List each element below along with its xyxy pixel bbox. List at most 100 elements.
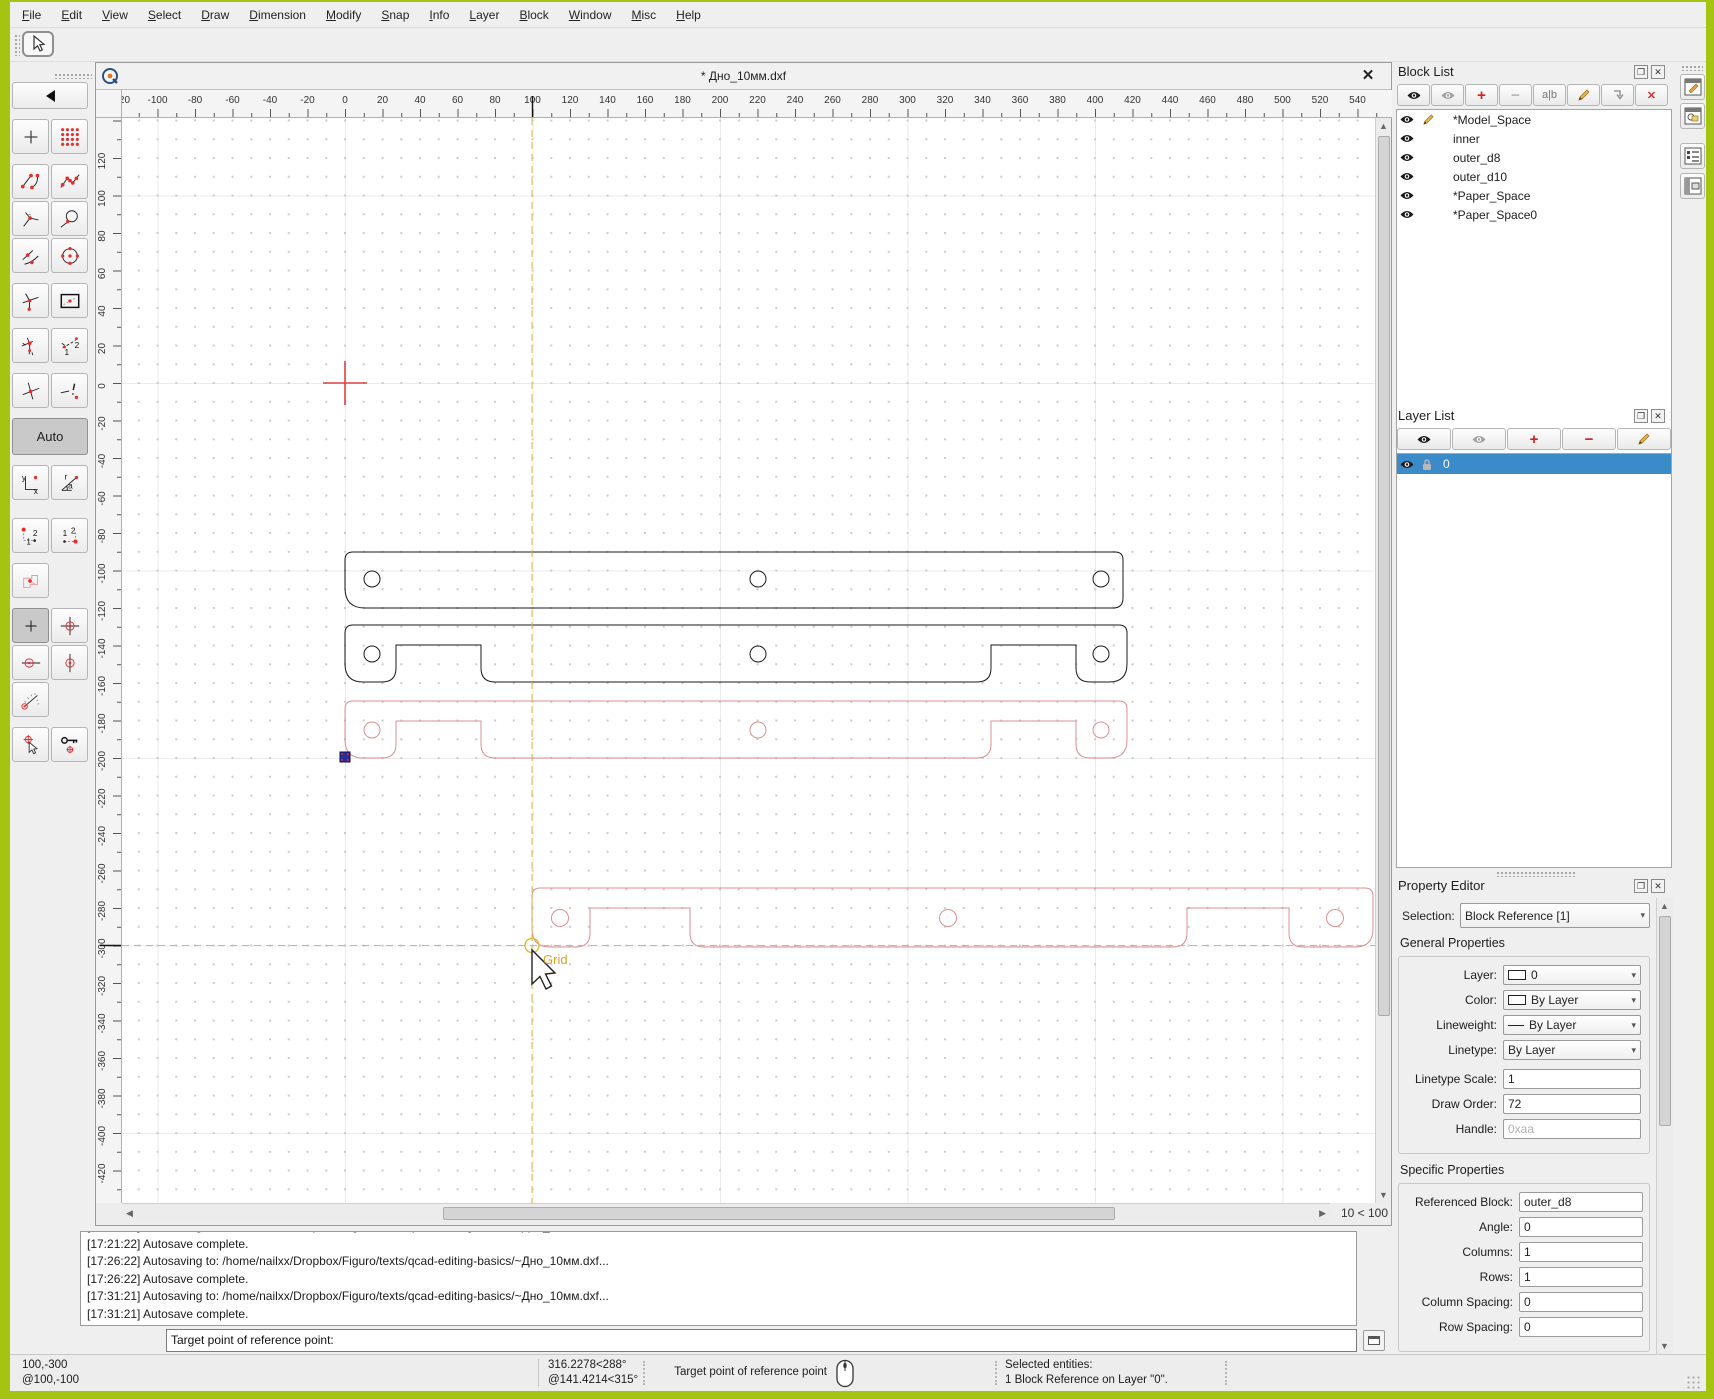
selection-dropdown[interactable]: Block Reference [1]▾ xyxy=(1460,903,1650,928)
show-all-blocks-button[interactable] xyxy=(1397,84,1430,106)
menu-snap[interactable]: Snap xyxy=(373,4,417,26)
vertical-scrollbar[interactable]: ▲ ▼ xyxy=(1375,118,1391,1203)
restrict-horizontal-icon[interactable] xyxy=(12,645,49,680)
selection-handle[interactable] xyxy=(340,752,350,762)
layer-list[interactable]: 0 xyxy=(1396,453,1672,868)
edit-block-button[interactable] xyxy=(1567,84,1600,106)
snap-x-icon[interactable] xyxy=(12,373,49,408)
menu-edit[interactable]: Edit xyxy=(53,4,90,26)
coordinate-polar-icon[interactable]: ra xyxy=(51,465,88,500)
dock-property-editor-button[interactable] xyxy=(1680,74,1705,100)
select-tool-button[interactable] xyxy=(22,31,54,57)
property-dropdown[interactable]: 0▾ xyxy=(1503,965,1641,985)
vertical-scroll-thumb[interactable] xyxy=(1378,136,1390,1016)
tab-close-icon[interactable]: ✕ xyxy=(1359,67,1377,85)
property-editor-scrollbar[interactable]: ▲ ▼ xyxy=(1656,898,1673,1354)
snap-on-entity-icon[interactable] xyxy=(51,164,88,199)
coordinate-cartesian-icon[interactable]: yx xyxy=(12,465,49,500)
layer-list-close-button[interactable]: ✕ xyxy=(1651,409,1665,423)
snap-intersection-manual-icon[interactable]: 12 xyxy=(51,328,88,363)
back-button[interactable] xyxy=(12,82,88,109)
restrict-off-icon[interactable] xyxy=(12,563,49,598)
drawing-canvas[interactable] xyxy=(122,118,1375,1203)
block-list-item[interactable]: outer_d8 xyxy=(1397,148,1671,167)
remove-block-button[interactable]: − xyxy=(1499,84,1532,106)
scroll-down-icon[interactable]: ▼ xyxy=(1660,1341,1669,1351)
layer-list-item[interactable]: 0 xyxy=(1397,454,1671,474)
restrict-angle-icon[interactable] xyxy=(12,682,49,717)
snap-perpendicular-icon[interactable] xyxy=(12,201,49,236)
command-line-input[interactable]: Target point of reference point: xyxy=(166,1329,1357,1352)
property-input[interactable]: 72 xyxy=(1503,1094,1641,1114)
restrict-vertical-icon[interactable] xyxy=(51,645,88,680)
dock-selection-filter-button[interactable] xyxy=(1680,103,1705,129)
edit-layer-button[interactable] xyxy=(1617,428,1671,450)
menu-window[interactable]: Window xyxy=(561,4,620,26)
dock-block-list-button[interactable] xyxy=(1680,143,1705,169)
menu-misc[interactable]: Misc xyxy=(623,4,664,26)
snap-intersection-icon[interactable] xyxy=(12,328,49,363)
block-list-float-button[interactable]: ❐ xyxy=(1634,65,1648,79)
snap-center-icon[interactable] xyxy=(51,238,88,273)
property-input[interactable]: 0 xyxy=(1519,1292,1643,1312)
menu-info[interactable]: Info xyxy=(421,4,457,26)
entity-plate-outer-d10-top[interactable] xyxy=(345,552,1123,608)
snap-tangential-icon[interactable] xyxy=(51,201,88,236)
menu-view[interactable]: View xyxy=(94,4,136,26)
menu-draw[interactable]: Draw xyxy=(193,4,237,26)
dock-library-browser-button[interactable] xyxy=(1680,173,1705,199)
coordinate-yx-sequence-icon[interactable]: 12 xyxy=(51,518,88,553)
resize-grip[interactable] xyxy=(1686,1375,1700,1389)
toolbar-grip[interactable] xyxy=(14,34,20,56)
block-list-close-button[interactable]: ✕ xyxy=(1651,65,1665,79)
scroll-down-icon[interactable]: ▼ xyxy=(1379,1190,1388,1200)
menu-file[interactable]: File xyxy=(14,4,49,26)
eye-icon[interactable] xyxy=(1397,459,1417,470)
show-all-layers-button[interactable] xyxy=(1397,428,1451,450)
horizontal-scroll-thumb[interactable] xyxy=(443,1207,1115,1220)
property-editor-close-button[interactable]: ✕ xyxy=(1651,879,1665,893)
block-list-item[interactable]: outer_d10 xyxy=(1397,167,1671,186)
entity-plate-reference-preview[interactable] xyxy=(532,888,1373,947)
eye-icon[interactable] xyxy=(1397,209,1417,220)
menu-dimension[interactable]: Dimension xyxy=(241,4,314,26)
dock-grip[interactable] xyxy=(1681,65,1703,71)
block-list-item[interactable]: *Paper_Space0 xyxy=(1397,205,1671,224)
property-input[interactable]: 0 xyxy=(1519,1317,1643,1337)
menu-select[interactable]: Select xyxy=(140,4,189,26)
block-list-item[interactable]: *Model_Space xyxy=(1397,110,1671,129)
panel-splitter[interactable] xyxy=(1496,871,1576,877)
eye-icon[interactable] xyxy=(1397,171,1417,182)
menu-block[interactable]: Block xyxy=(511,4,556,26)
add-block-button[interactable]: + xyxy=(1465,84,1498,106)
property-dropdown[interactable]: By Layer▾ xyxy=(1503,990,1641,1010)
horizontal-scrollbar[interactable]: ◀ ▶ xyxy=(122,1203,1330,1222)
snap-endpoints-icon[interactable] xyxy=(12,164,49,199)
scroll-right-icon[interactable]: ▶ xyxy=(1319,1208,1326,1219)
coordinate-xy-sequence-icon[interactable]: 12 xyxy=(12,518,49,553)
snap-distance-manual-icon[interactable] xyxy=(51,373,88,408)
auto-snap-button[interactable]: Auto xyxy=(12,418,88,455)
hide-all-blocks-button[interactable] xyxy=(1431,84,1464,106)
snap-reference-icon[interactable] xyxy=(51,283,88,318)
eye-icon[interactable] xyxy=(1397,133,1417,144)
property-input[interactable]: outer_d8 xyxy=(1519,1192,1643,1212)
remove-layer-button[interactable]: − xyxy=(1562,428,1616,450)
scroll-up-icon[interactable]: ▲ xyxy=(1660,901,1669,911)
block-list-item[interactable]: inner xyxy=(1397,129,1671,148)
purge-block-button[interactable]: ✕ xyxy=(1635,84,1668,106)
eye-icon[interactable] xyxy=(1397,152,1417,163)
lock-icon[interactable] xyxy=(1417,458,1437,471)
insert-block-button[interactable] xyxy=(1601,84,1634,106)
snap-toolbar-grip[interactable] xyxy=(54,73,92,79)
block-list-item[interactable]: *Paper_Space xyxy=(1397,186,1671,205)
snap-middle-icon[interactable] xyxy=(12,238,49,273)
property-editor-float-button[interactable]: ❐ xyxy=(1634,879,1648,893)
layer-list-float-button[interactable]: ❐ xyxy=(1634,409,1648,423)
snap-reference-key-icon[interactable] xyxy=(51,727,88,762)
snap-grid-icon[interactable] xyxy=(51,119,88,154)
menu-layer[interactable]: Layer xyxy=(461,4,507,26)
property-input[interactable]: 0 xyxy=(1519,1217,1643,1237)
property-dropdown[interactable]: By Layer▾ xyxy=(1503,1040,1641,1060)
scroll-thumb[interactable] xyxy=(1659,916,1671,1126)
